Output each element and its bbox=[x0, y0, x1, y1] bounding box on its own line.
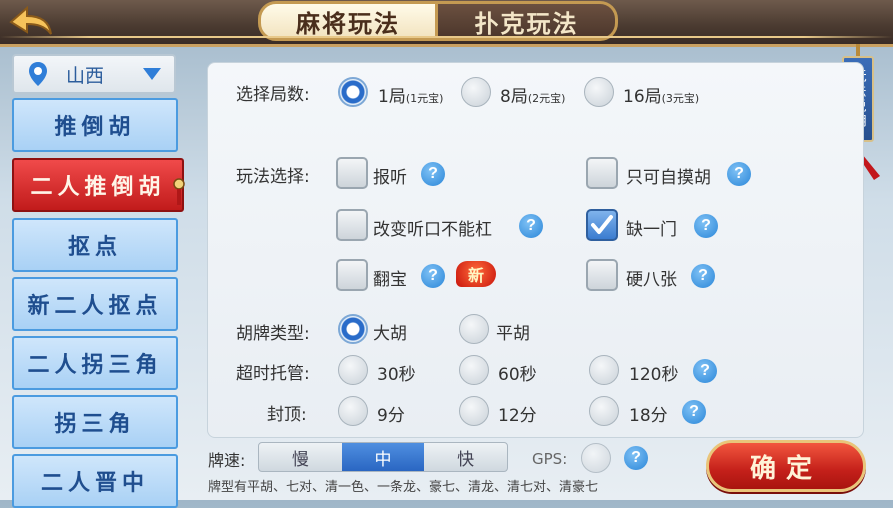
rounds-8-option: 8局(2元宝) bbox=[500, 82, 565, 107]
new-badge: 新 bbox=[456, 261, 496, 287]
timeout-help-icon[interactable]: ? bbox=[693, 359, 717, 383]
region-label: 山西 bbox=[66, 64, 105, 87]
speed-selector: 慢 中 快 bbox=[258, 442, 508, 472]
queyimen-checkbox[interactable] bbox=[586, 209, 618, 241]
rounds-16-price: (3元宝) bbox=[661, 92, 700, 105]
dahu-label: 大胡 bbox=[373, 324, 407, 344]
tab-mahjong[interactable]: 麻将玩法 bbox=[258, 1, 438, 41]
rounds-1-price: (1元宝) bbox=[405, 92, 444, 105]
rounds-8-radio[interactable] bbox=[461, 77, 491, 107]
cap-9-radio[interactable] bbox=[338, 396, 368, 426]
gps-label: GPS: bbox=[532, 450, 568, 468]
sidebar-item-tuidaohu[interactable]: 推倒胡 bbox=[12, 98, 178, 152]
rounds-8-label: 8局 bbox=[500, 87, 528, 107]
pinghu-label: 平胡 bbox=[496, 324, 530, 344]
timeout-60-label: 60秒 bbox=[498, 365, 537, 385]
cap-12-label: 12分 bbox=[498, 406, 537, 426]
rounds-16-label: 16局 bbox=[623, 87, 662, 107]
zimohu-checkbox[interactable] bbox=[586, 157, 618, 189]
speed-label: 牌速: bbox=[208, 451, 246, 470]
speed-slow-option[interactable]: 慢 bbox=[259, 443, 342, 471]
dropdown-triangle-icon bbox=[143, 68, 161, 80]
tile-types-description: 牌型有平胡、七对、清一色、一条龙、豪七、清龙、清七对、清豪七 bbox=[208, 480, 599, 495]
game-sidebar: 山西 推倒胡 二人推倒胡 抠点 新二人抠点 二人拐三角 拐三角 二人晋中 bbox=[0, 48, 196, 508]
fanbao-label: 翻宝 bbox=[373, 270, 407, 290]
baoting-help-icon[interactable]: ? bbox=[421, 162, 445, 186]
queyimen-label: 缺一门 bbox=[626, 220, 677, 240]
sidebar-item-koudian[interactable]: 抠点 bbox=[12, 218, 178, 272]
rounds-1-radio[interactable] bbox=[338, 77, 368, 107]
zimohu-label: 只可自摸胡 bbox=[626, 168, 711, 188]
gps-toggle[interactable] bbox=[581, 443, 611, 473]
timeout-120-radio[interactable] bbox=[589, 355, 619, 385]
sidebar-item-guaisanjiao[interactable]: 拐三角 bbox=[12, 395, 178, 449]
timeout-120-label: 120秒 bbox=[629, 365, 679, 385]
timeout-60-radio[interactable] bbox=[459, 355, 489, 385]
back-arrow-icon bbox=[9, 5, 52, 35]
timeout-label: 超时托管: bbox=[236, 364, 310, 384]
baoting-label: 报听 bbox=[373, 168, 407, 188]
sidebar-item-erren-tuidaohu[interactable]: 二人推倒胡 bbox=[12, 158, 185, 212]
yingbazhang-help-icon[interactable]: ? bbox=[691, 264, 715, 288]
gaibian-tingkou-label: 改变听口不能杠 bbox=[373, 220, 492, 240]
gps-help-icon[interactable]: ? bbox=[624, 446, 648, 470]
cap-18-radio[interactable] bbox=[589, 396, 619, 426]
checkmark-icon bbox=[591, 215, 613, 234]
cap-18-label: 18分 bbox=[629, 406, 668, 426]
sidebar-item-xin-erren-koudian[interactable]: 新二人抠点 bbox=[12, 277, 178, 331]
rounds-16-radio[interactable] bbox=[584, 77, 614, 107]
pinghu-radio[interactable] bbox=[459, 314, 489, 344]
sidebar-item-label: 二人推倒胡 bbox=[30, 174, 166, 200]
top-bar: 麻将玩法 扑克玩法 bbox=[0, 0, 893, 47]
zimohu-help-icon[interactable]: ? bbox=[727, 162, 751, 186]
timeout-30-label: 30秒 bbox=[377, 365, 416, 385]
rounds-label: 选择局数: bbox=[236, 85, 310, 105]
rounds-1-label: 1局 bbox=[378, 87, 406, 107]
hu-type-label: 胡牌类型: bbox=[236, 324, 310, 344]
confirm-button[interactable]: 确定 bbox=[706, 440, 866, 492]
fanbao-help-icon[interactable]: ? bbox=[421, 264, 445, 288]
cap-9-label: 9分 bbox=[377, 406, 405, 426]
dahu-radio[interactable] bbox=[338, 314, 368, 344]
gaibian-tingkou-checkbox[interactable] bbox=[336, 209, 368, 241]
region-selector[interactable]: 山西 bbox=[12, 54, 176, 94]
queyimen-help-icon[interactable]: ? bbox=[694, 214, 718, 238]
fanbao-checkbox[interactable] bbox=[336, 259, 368, 291]
cap-12-radio[interactable] bbox=[459, 396, 489, 426]
back-button[interactable] bbox=[4, 2, 58, 42]
timeout-30-radio[interactable] bbox=[338, 355, 368, 385]
speed-medium-option[interactable]: 中 bbox=[341, 443, 425, 471]
mode-tabs: 麻将玩法 扑克玩法 bbox=[258, 0, 618, 46]
cap-label: 封顶: bbox=[267, 405, 307, 425]
rounds-1-option: 1局(1元宝) bbox=[378, 82, 443, 107]
play-label: 玩法选择: bbox=[236, 167, 310, 187]
rounds-8-price: (2元宝) bbox=[527, 92, 566, 105]
cap-help-icon[interactable]: ? bbox=[682, 400, 706, 424]
gaibian-tingkou-help-icon[interactable]: ? bbox=[519, 214, 543, 238]
location-pin-icon bbox=[29, 62, 47, 86]
yingbazhang-checkbox[interactable] bbox=[586, 259, 618, 291]
tab-poker[interactable]: 扑克玩法 bbox=[438, 1, 618, 41]
yingbazhang-label: 硬八张 bbox=[626, 270, 677, 290]
baoting-checkbox[interactable] bbox=[336, 157, 368, 189]
rounds-16-option: 16局(3元宝) bbox=[623, 82, 699, 107]
sidebar-item-erren-guaisanjiao[interactable]: 二人拐三角 bbox=[12, 336, 178, 390]
speed-fast-option[interactable]: 快 bbox=[424, 443, 507, 471]
tassel-icon bbox=[173, 178, 185, 205]
